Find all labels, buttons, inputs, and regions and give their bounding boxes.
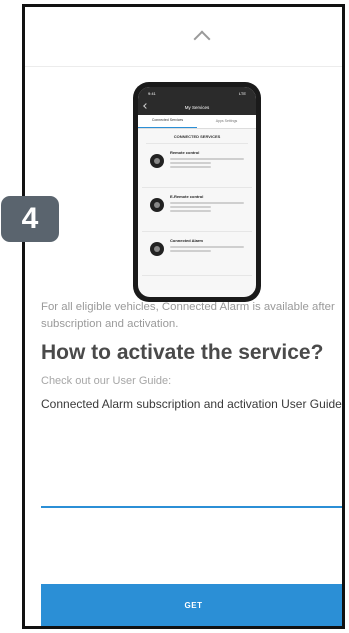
- text-placeholder-line: [170, 201, 244, 204]
- phone-mockup: 9:41 LTE My Services Connected Services …: [133, 82, 261, 302]
- text-placeholder-line: [170, 161, 211, 164]
- status-time: 9:41: [148, 90, 156, 96]
- accent-divider: [41, 506, 342, 508]
- status-network: LTE: [238, 90, 246, 96]
- service-name: Remote control: [170, 150, 200, 155]
- text-placeholder-line: [170, 205, 211, 208]
- collapse-bar[interactable]: [25, 7, 342, 67]
- step-number: 4: [21, 202, 39, 235]
- get-button[interactable]: GET: [41, 584, 342, 626]
- app-frame: 9:41 LTE My Services Connected Services …: [22, 4, 345, 629]
- text-placeholder-line: [170, 157, 244, 160]
- service-icon: [150, 242, 164, 256]
- service-item: Remote control: [142, 144, 252, 188]
- tab-connected-services: Connected Services: [138, 115, 197, 128]
- eligibility-text: For all eligible vehicles, Connected Ala…: [41, 301, 335, 330]
- back-arrow-icon: [143, 103, 149, 109]
- phone-screen: 9:41 LTE My Services Connected Services …: [138, 87, 256, 297]
- text-placeholder-line: [170, 165, 211, 168]
- service-icon: [150, 198, 164, 212]
- phone-tabs: Connected Services Apps Settings: [138, 115, 256, 129]
- phone-section-title: CONNECTED SERVICES: [146, 129, 248, 144]
- text-placeholder-line: [170, 249, 211, 252]
- service-name: Connected Alarm: [170, 238, 203, 243]
- text-placeholder-line: [170, 245, 244, 248]
- user-guide-intro: Check out our User Guide:: [41, 374, 172, 387]
- page-title: How to activate the service?: [41, 341, 324, 365]
- main-content: For all eligible vehicles, Connected Ala…: [41, 299, 342, 412]
- service-item: Connected Alarm: [142, 232, 252, 276]
- user-guide-link[interactable]: Connected Alarm subscription and activat…: [41, 396, 342, 412]
- phone-status-bar: 9:41 LTE: [138, 87, 256, 99]
- phone-illustration: 9:41 LTE My Services Connected Services …: [25, 68, 342, 302]
- phone-app-header: My Services: [138, 99, 256, 115]
- service-name: E-Remote control: [170, 194, 204, 199]
- step-number-badge: 4: [1, 196, 59, 242]
- chevron-up-icon[interactable]: [193, 30, 211, 48]
- service-icon: [150, 154, 164, 168]
- tab-apps-settings: Apps Settings: [215, 118, 238, 123]
- text-placeholder-line: [170, 209, 211, 212]
- phone-header-title: My Services: [184, 104, 210, 110]
- service-item: E-Remote control: [142, 188, 252, 232]
